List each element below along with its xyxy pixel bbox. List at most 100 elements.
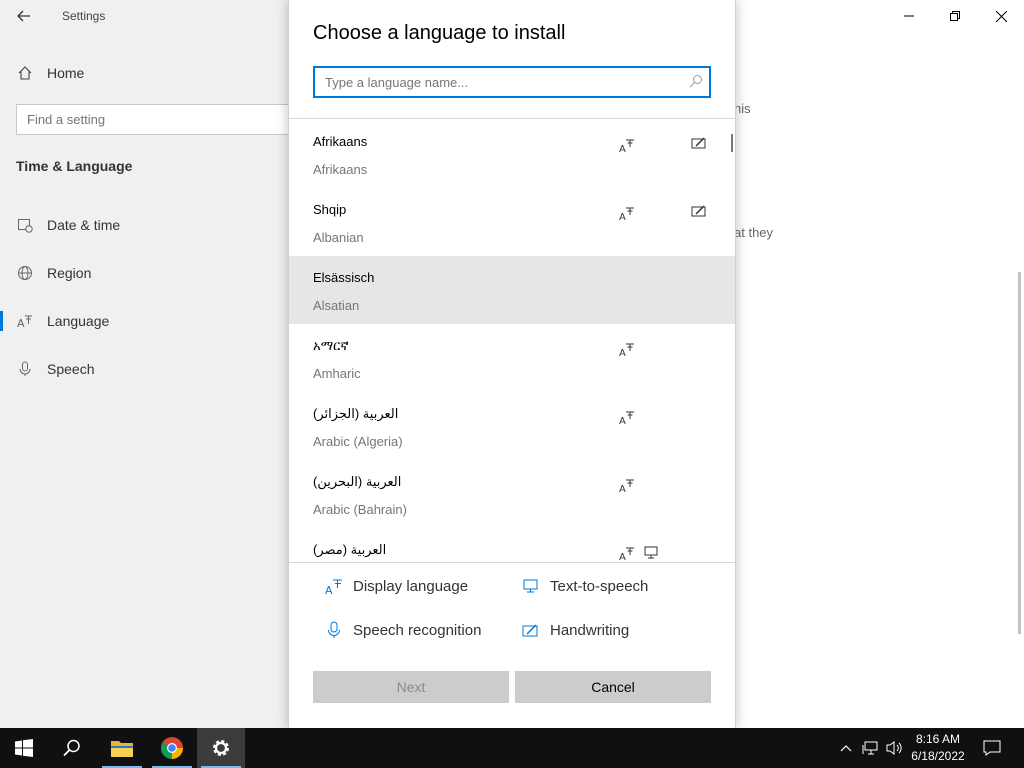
clock-time: 8:16 AM <box>915 732 961 746</box>
background-text: his <box>734 101 751 116</box>
language-list-scrollbar[interactable] <box>731 134 733 152</box>
handwriting-icon <box>691 135 707 151</box>
svg-text:A: A <box>17 317 25 329</box>
find-setting-field[interactable] <box>16 104 296 135</box>
notification-icon <box>983 740 1001 756</box>
display-language-icon: A <box>619 477 635 493</box>
show-hidden-icons-button[interactable] <box>836 728 856 768</box>
back-button[interactable] <box>10 4 38 28</box>
display-language-icon: A <box>325 577 343 595</box>
home-icon <box>16 64 34 82</box>
action-center-button[interactable] <box>978 728 1006 768</box>
language-english-name: Arabic (Algeria) <box>313 434 403 449</box>
display-language-icon: A <box>619 137 635 153</box>
legend-label: Handwriting <box>550 621 630 639</box>
restore-button[interactable] <box>932 0 978 32</box>
background-text: at they <box>734 225 774 240</box>
minimize-button[interactable] <box>886 0 932 32</box>
svg-text:A: A <box>619 416 626 425</box>
settings-taskbar-button[interactable] <box>197 728 245 768</box>
legend-display-language: A Display language <box>325 577 469 596</box>
list-divider <box>289 118 735 119</box>
microphone-icon <box>325 621 343 639</box>
nav-date-time[interactable]: Date & time <box>0 205 288 245</box>
display-language-icon: A <box>619 205 635 221</box>
close-button[interactable] <box>978 0 1024 32</box>
language-english-name: Albanian <box>313 230 364 245</box>
legend-label: Display language <box>353 577 469 595</box>
chevron-up-icon <box>840 745 852 752</box>
legend-label: Text-to-speech <box>550 577 649 595</box>
language-native-name: العربية (البحرين) <box>313 474 402 489</box>
chrome-icon <box>161 737 183 759</box>
language-native-name: Elsässisch <box>313 270 375 285</box>
dialog-title: Choose a language to install <box>313 22 566 44</box>
svg-text:A: A <box>619 144 626 153</box>
find-setting-input[interactable] <box>17 105 295 134</box>
legend-handwriting: Handwriting <box>522 621 629 639</box>
nav-speech[interactable]: Speech <box>0 349 288 389</box>
settings-sidebar: Settings Home Time & Language Date & tim… <box>0 0 296 728</box>
language-english-name: Alsatian <box>313 298 360 313</box>
language-search-field[interactable] <box>313 66 711 98</box>
calendar-clock-icon <box>16 216 34 234</box>
search-icon[interactable] <box>689 74 703 93</box>
display-language-icon: A <box>619 409 635 425</box>
handwriting-icon <box>522 621 540 639</box>
legend-text-to-speech: Text-to-speech <box>522 577 648 595</box>
svg-text:A: A <box>619 348 626 357</box>
volume-button[interactable] <box>884 728 906 768</box>
language-native-name: العربية (الجزائر) <box>313 406 399 421</box>
clock-date: 6/18/2022 <box>911 749 965 763</box>
language-item[interactable]: አማርኛ Amharic A <box>289 324 735 392</box>
legend-label: Speech recognition <box>353 621 482 639</box>
next-button[interactable]: Next <box>313 671 509 703</box>
legend-speech-recognition: Speech recognition <box>325 621 481 639</box>
language-item[interactable]: Afrikaans Afrikaans A <box>289 120 735 188</box>
nav-home[interactable]: Home <box>0 53 288 93</box>
language-native-name: Afrikaans <box>313 134 368 149</box>
clock[interactable]: 8:16 AM 6/18/2022 <box>906 731 970 765</box>
svg-text:A: A <box>619 552 626 561</box>
handwriting-icon <box>691 203 707 219</box>
nav-label: Language <box>47 313 110 329</box>
svg-text:A: A <box>325 584 333 595</box>
nav-label: Date & time <box>47 217 121 233</box>
language-item[interactable]: العربية (مصر) A <box>289 528 735 562</box>
language-item[interactable]: العربية (البحرين) Arabic (Bahrain) A <box>289 460 735 528</box>
file-explorer-button[interactable] <box>98 728 146 768</box>
language-english-name: Afrikaans <box>313 162 368 177</box>
list-divider <box>289 562 735 563</box>
language-native-name: العربية (مصر) <box>313 542 387 557</box>
language-search-input[interactable] <box>315 68 709 96</box>
language-english-name: Arabic (Bahrain) <box>313 502 407 517</box>
nav-home-label: Home <box>47 65 85 81</box>
windows-logo-icon <box>15 739 33 757</box>
nav-region[interactable]: Region <box>0 253 288 293</box>
choose-language-dialog: Choose a language to install Afrikaans A… <box>288 0 736 728</box>
language-english-name: Amharic <box>313 366 361 381</box>
nav-label: Speech <box>47 361 95 377</box>
network-button[interactable] <box>860 728 882 768</box>
language-list: Afrikaans Afrikaans A Shqip Albanian A E… <box>289 120 735 562</box>
close-icon <box>995 10 1007 22</box>
back-arrow-icon <box>17 10 30 22</box>
search-button[interactable] <box>48 728 96 768</box>
start-button[interactable] <box>0 728 48 768</box>
folder-icon <box>111 741 133 757</box>
language-item-selected[interactable]: Elsässisch Alsatian <box>289 256 735 324</box>
speaker-icon <box>886 741 902 755</box>
language-item[interactable]: Shqip Albanian A <box>289 188 735 256</box>
minimize-icon <box>904 15 914 17</box>
text-to-speech-icon <box>643 544 659 560</box>
search-icon <box>63 739 80 757</box>
language-item[interactable]: العربية (الجزائر) Arabic (Algeria) A <box>289 392 735 460</box>
language-icon: A <box>16 312 34 330</box>
chrome-button[interactable] <box>148 728 196 768</box>
settings-scrollbar[interactable] <box>1018 272 1021 634</box>
section-heading: Time & Language <box>16 158 133 174</box>
cancel-button[interactable]: Cancel <box>515 671 711 703</box>
microphone-icon <box>16 360 34 378</box>
nav-language[interactable]: A Language <box>0 301 288 341</box>
nav-label: Region <box>47 265 92 281</box>
